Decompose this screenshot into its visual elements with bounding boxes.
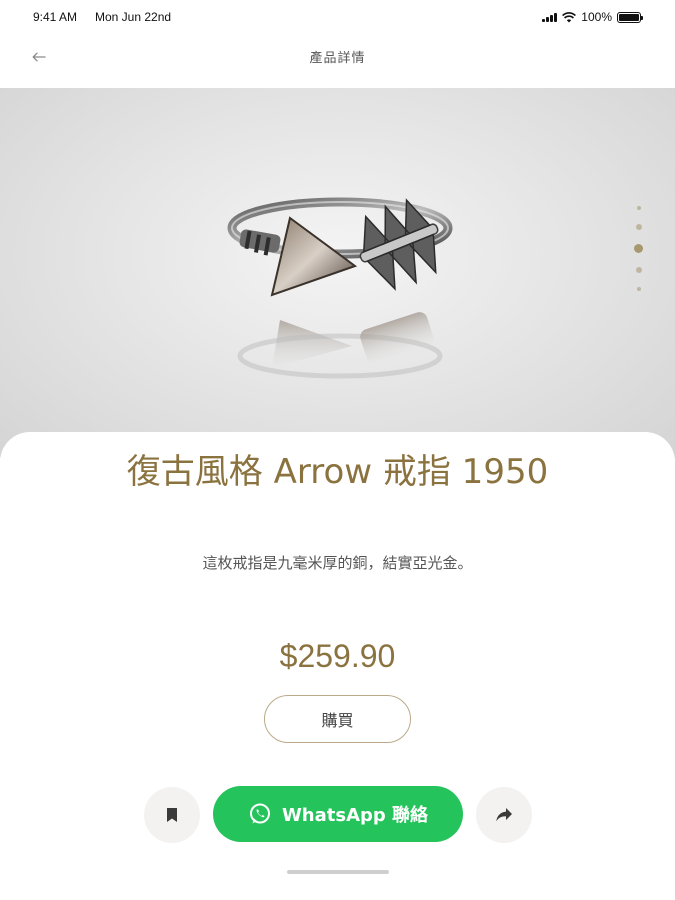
product-image-carousel[interactable] bbox=[0, 88, 675, 458]
battery-icon bbox=[617, 11, 643, 23]
whatsapp-icon bbox=[249, 803, 270, 824]
product-price: $259.90 bbox=[279, 638, 396, 674]
carousel-dot[interactable] bbox=[636, 287, 641, 291]
product-description: 這枚戒指是九毫米厚的銅，結實亞光金。 bbox=[202, 554, 473, 572]
carousel-indicator bbox=[634, 206, 643, 291]
status-date: Mon Jun 22nd bbox=[95, 10, 172, 24]
wifi-icon bbox=[562, 11, 577, 22]
status-indicators: 100% bbox=[542, 10, 643, 24]
cellular-signal-icon bbox=[542, 12, 558, 22]
status-time: 9:41 AM bbox=[33, 10, 78, 24]
carousel-dot[interactable] bbox=[635, 224, 642, 230]
carousel-dot[interactable] bbox=[636, 206, 641, 210]
bookmark-button[interactable] bbox=[144, 787, 200, 843]
carousel-dot[interactable] bbox=[635, 267, 642, 273]
buy-button[interactable]: 購買 bbox=[264, 695, 411, 743]
status-bar: 9:41 AM Mon Jun 22nd 100% bbox=[0, 0, 675, 36]
product-title: 復古風格 Arrow 戒指 1950 bbox=[126, 452, 549, 492]
carousel-dot-active[interactable] bbox=[634, 244, 643, 253]
product-image bbox=[227, 197, 453, 379]
page-title: 產品詳情 bbox=[309, 51, 366, 66]
whatsapp-contact-button[interactable]: WhatsApp 聯絡 bbox=[213, 786, 463, 842]
bookmark-icon bbox=[167, 808, 177, 822]
share-button[interactable] bbox=[476, 787, 532, 843]
share-arrow-icon bbox=[496, 808, 512, 822]
home-indicator bbox=[287, 870, 389, 874]
battery-percent: 100% bbox=[581, 10, 612, 24]
whatsapp-contact-label: WhatsApp 聯絡 bbox=[281, 805, 429, 826]
